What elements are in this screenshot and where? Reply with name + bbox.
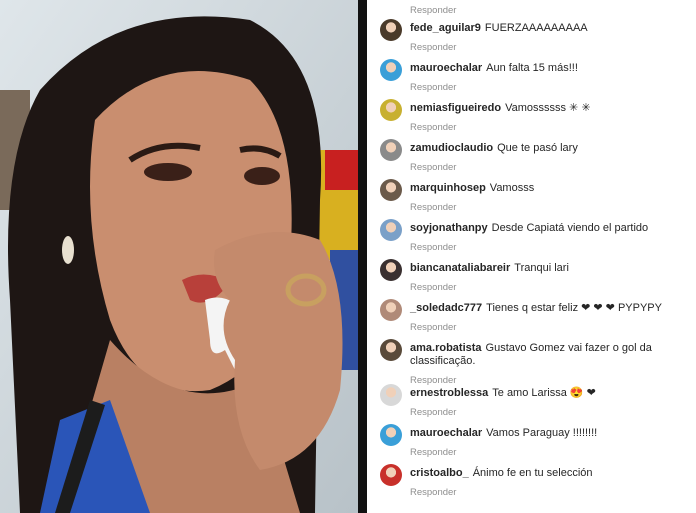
reply-button[interactable]: Responder xyxy=(410,242,456,253)
reply-button[interactable]: Responder xyxy=(410,82,456,93)
comment-username[interactable]: nemiasfigueiredo xyxy=(410,102,501,114)
reply-button[interactable]: Responder xyxy=(410,487,456,498)
comment-body: Ánimo fe en tu selección xyxy=(472,467,593,479)
comment-username[interactable]: ernestroblessa xyxy=(410,387,488,399)
comment-body: Tranqui lari xyxy=(514,262,569,274)
user-avatar[interactable] xyxy=(380,384,402,406)
comment-body: FUERZAAAAAAAAA xyxy=(484,22,588,34)
reply-button[interactable]: Responder xyxy=(410,407,456,418)
comment-body: Te amo Larissa 😍 ❤ xyxy=(492,387,596,399)
comment-text-block: mauroechalar Vamos Paraguay !!!!!!!! xyxy=(410,427,694,440)
user-avatar[interactable] xyxy=(380,219,402,241)
comment-text-block: zamudioclaudio Que te pasó lary xyxy=(410,142,694,155)
comment-body: Vamossssss ✳ ✳ xyxy=(505,102,591,114)
comment-text-block: marquinhosep Vamosss xyxy=(410,182,694,195)
user-avatar[interactable] xyxy=(380,179,402,201)
comment-body: Aun falta 15 más!!! xyxy=(486,62,578,74)
user-avatar[interactable] xyxy=(380,139,402,161)
comments-panel[interactable]: Responder fede_aguilar9 FUERZAAAAAAAAA Res… xyxy=(367,0,696,513)
comment-text-block: _soledadc777 Tienes q estar feliz ❤ ❤ ❤ P… xyxy=(410,302,694,315)
comment-body: Vamos Paraguay !!!!!!!! xyxy=(486,427,598,439)
comment-text-block: ernestroblessa Te amo Larissa 😍 ❤ xyxy=(410,387,694,400)
comment-username[interactable]: cristoalbo_ xyxy=(410,467,469,479)
user-avatar[interactable] xyxy=(380,59,402,81)
comment-username[interactable]: fede_aguilar9 xyxy=(410,22,481,34)
user-avatar[interactable] xyxy=(380,299,402,321)
comment-text-block: ama.robatista Gustavo Gomez vai fazer o g… xyxy=(410,342,694,368)
comment-body: Vamosss xyxy=(489,182,535,194)
comment-text-block: nemiasfigueiredo Vamossssss ✳ ✳ xyxy=(410,102,694,115)
video-image xyxy=(0,0,358,513)
comment-username[interactable]: biancanataliabareir xyxy=(410,262,510,274)
user-avatar[interactable] xyxy=(380,259,402,281)
user-avatar[interactable] xyxy=(380,99,402,121)
reply-button[interactable]: Responder xyxy=(410,447,456,458)
comment-username[interactable]: zamudioclaudio xyxy=(410,142,493,154)
comment-body: Desde Capiatá viendo el partido xyxy=(491,222,649,234)
reply-button[interactable]: Responder xyxy=(410,42,456,53)
user-avatar[interactable] xyxy=(380,339,402,361)
comment-username[interactable]: mauroechalar xyxy=(410,62,482,74)
live-video-frame[interactable] xyxy=(0,0,358,513)
comment-text-block: mauroechalar Aun falta 15 más!!! xyxy=(410,62,694,75)
reply-button[interactable]: Responder xyxy=(410,162,456,173)
reply-button[interactable]: Responder xyxy=(410,5,456,16)
user-avatar[interactable] xyxy=(380,464,402,486)
comment-username[interactable]: soyjonathanpy xyxy=(410,222,488,234)
panel-divider xyxy=(358,0,367,513)
comment-username[interactable]: mauroechalar xyxy=(410,427,482,439)
comment-body: Que te pasó lary xyxy=(497,142,578,154)
comment-body: Tienes q estar feliz ❤ ❤ ❤ PYPYPY xyxy=(486,302,662,314)
comment-text-block: soyjonathanpy Desde Capiatá viendo el par… xyxy=(410,222,694,235)
comment-username[interactable]: marquinhosep xyxy=(410,182,486,194)
reply-button[interactable]: Responder xyxy=(410,375,456,386)
reply-button[interactable]: Responder xyxy=(410,202,456,213)
reply-button[interactable]: Responder xyxy=(410,322,456,333)
comment-text-block: fede_aguilar9 FUERZAAAAAAAAA xyxy=(410,22,694,35)
user-avatar[interactable] xyxy=(380,19,402,41)
user-avatar[interactable] xyxy=(380,424,402,446)
comment-username[interactable]: _soledadc777 xyxy=(410,302,482,314)
comment-username[interactable]: ama.robatista xyxy=(410,342,482,354)
comment-text-block: biancanataliabareir Tranqui lari xyxy=(410,262,694,275)
comment-text-block: cristoalbo_ Ánimo fe en tu selección xyxy=(410,467,694,480)
reply-button[interactable]: Responder xyxy=(410,282,456,293)
reply-button[interactable]: Responder xyxy=(410,122,456,133)
